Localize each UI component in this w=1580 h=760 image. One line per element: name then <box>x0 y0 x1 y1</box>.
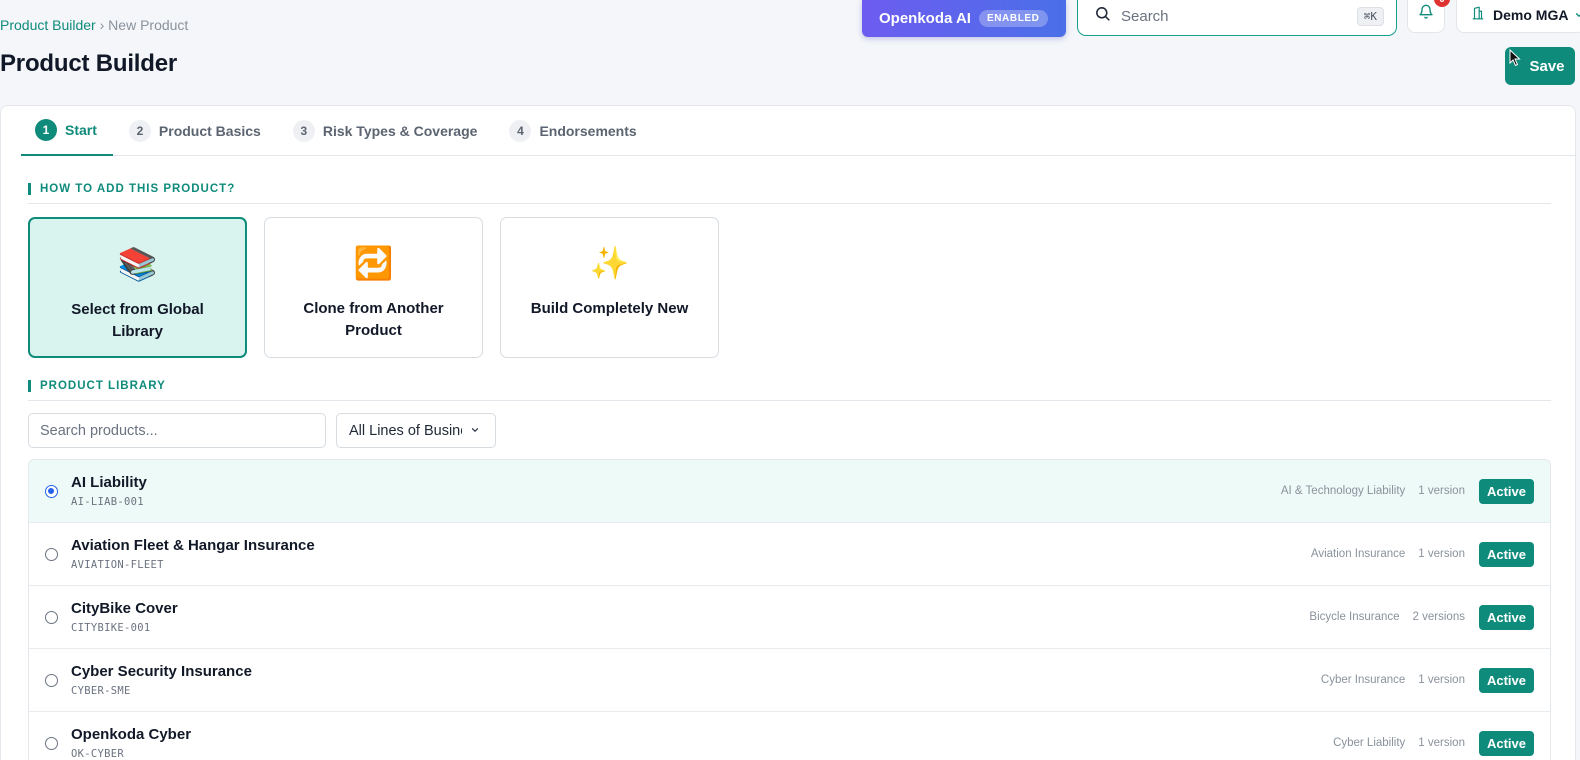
step-number: 3 <box>292 120 315 142</box>
breadcrumb: Product Builder › New Product <box>0 17 188 33</box>
chevron-down-icon <box>470 423 480 439</box>
notification-count-badge: 0 <box>1434 0 1450 7</box>
product-line-of-business: Aviation Insurance <box>1310 548 1406 560</box>
product-version-count: 1 version <box>1418 485 1465 497</box>
product-code: OK-CYBER <box>71 748 124 760</box>
product-info: Aviation Fleet & Hangar Insurance AVIATI… <box>71 537 315 571</box>
sparkles-icon: ✨ <box>589 244 630 282</box>
option-label: Clone from Another Product <box>303 300 444 339</box>
status-badge: Active <box>1478 478 1534 504</box>
breadcrumb-separator: › <box>99 17 105 33</box>
product-meta: Cyber Insurance 1 version Active <box>1321 649 1534 711</box>
product-name: Aviation Fleet & Hangar Insurance <box>71 537 315 554</box>
product-info: Cyber Security Insurance CYBER-SME <box>71 663 252 697</box>
org-name: Demo MGA <box>1493 6 1569 23</box>
tab-risk-types-coverage[interactable]: 3 Risk Types & Coverage <box>279 106 494 156</box>
product-name: CityBike Cover <box>71 600 178 617</box>
status-badge: Active <box>1478 667 1534 693</box>
option-select-from-library[interactable]: 📚 Select from Global Library <box>28 217 247 358</box>
product-meta: Bicycle Insurance 2 versions Active <box>1309 586 1534 648</box>
search-input[interactable] <box>1121 7 1357 25</box>
wizard-steps: 1 Start 2 Product Basics 3 Risk Types & … <box>21 106 1575 156</box>
product-meta: Aviation Insurance 1 version Active <box>1311 523 1534 585</box>
section-divider <box>28 400 1551 401</box>
tab-label: Product Basics <box>158 123 261 139</box>
product-info: CityBike Cover CITYBIKE-001 <box>71 600 178 634</box>
section-heading-how-to-add: HOW TO ADD THIS PRODUCT? <box>28 183 235 195</box>
breadcrumb-current: New Product <box>108 17 189 33</box>
product-search-input[interactable] <box>28 413 326 448</box>
product-radio[interactable] <box>45 484 58 498</box>
product-line-of-business: Cyber Insurance <box>1320 674 1406 686</box>
step-number: 4 <box>509 120 532 142</box>
product-code: AVIATION-FLEET <box>71 559 164 571</box>
organization-switcher[interactable]: Demo MGA <box>1456 0 1580 33</box>
product-meta: Cyber Liability 1 version Active <box>1333 712 1534 760</box>
product-radio[interactable] <box>45 610 58 624</box>
tab-label: Endorsements <box>539 123 637 139</box>
product-radio[interactable] <box>45 673 58 687</box>
tab-product-basics[interactable]: 2 Product Basics <box>115 106 277 156</box>
product-name: Cyber Security Insurance <box>71 663 252 680</box>
product-version-count: 1 version <box>1418 674 1465 686</box>
option-clone-product[interactable]: 🔁 Clone from Another Product <box>264 217 483 358</box>
status-badge: Active <box>1478 541 1534 567</box>
product-version-count: 2 versions <box>1412 611 1465 623</box>
global-search[interactable]: ⌘K <box>1077 0 1397 36</box>
product-name: Openkoda Cyber <box>71 726 192 743</box>
notifications-button[interactable]: 0 <box>1407 0 1450 33</box>
option-label: Select from Global Library <box>71 301 204 340</box>
tab-label: Risk Types & Coverage <box>322 123 478 139</box>
openkoda-ai-button[interactable]: Openkoda AI ENABLED <box>862 0 1066 37</box>
product-code: CITYBIKE-001 <box>71 622 151 634</box>
page-title: Product Builder <box>0 50 178 77</box>
status-badge: Active <box>1478 604 1534 630</box>
product-line-of-business: AI & Technology Liability <box>1280 485 1406 497</box>
lob-selected-value: All Lines of Business <box>349 422 462 439</box>
books-icon: 📚 <box>117 245 158 283</box>
product-row[interactable]: AI Liability AI-LIAB-001 AI & Technology… <box>29 460 1550 523</box>
ai-enabled-badge: ENABLED <box>978 10 1048 27</box>
building-icon <box>1471 6 1485 23</box>
product-list: AI Liability AI-LIAB-001 AI & Technology… <box>28 459 1551 760</box>
product-version-count: 1 version <box>1418 548 1465 560</box>
product-row[interactable]: Openkoda Cyber OK-CYBER Cyber Liability … <box>29 712 1550 760</box>
section-heading-product-library: PRODUCT LIBRARY <box>28 380 166 392</box>
product-line-of-business: Bicycle Insurance <box>1309 611 1400 623</box>
step-number: 2 <box>128 120 151 142</box>
status-badge: Active <box>1478 730 1534 756</box>
ai-label: Openkoda AI <box>879 10 971 27</box>
mouse-cursor-icon <box>1509 48 1521 72</box>
product-info: AI Liability AI-LIAB-001 <box>71 474 147 508</box>
product-radio[interactable] <box>45 736 58 750</box>
product-meta: AI & Technology Liability 1 version Acti… <box>1281 460 1534 522</box>
search-shortcut-hint: ⌘K <box>1356 6 1384 26</box>
tab-start[interactable]: 1 Start <box>21 106 113 156</box>
product-info: Openkoda Cyber OK-CYBER <box>71 726 191 760</box>
product-row[interactable]: Aviation Fleet & Hangar Insurance AVIATI… <box>29 523 1550 586</box>
tab-endorsements[interactable]: 4 Endorsements <box>495 106 652 156</box>
product-row[interactable]: Cyber Security Insurance CYBER-SME Cyber… <box>29 649 1550 712</box>
option-label: Build Completely New <box>530 300 689 317</box>
line-of-business-select[interactable]: All Lines of Business <box>336 413 496 448</box>
product-line-of-business: Cyber Liability <box>1333 737 1406 749</box>
product-code: CYBER-SME <box>71 685 131 697</box>
product-radio[interactable] <box>45 547 58 561</box>
builder-panel: 1 Start 2 Product Basics 3 Risk Types & … <box>0 105 1576 760</box>
step-number: 1 <box>35 119 57 141</box>
product-name: AI Liability <box>71 474 147 491</box>
product-row[interactable]: CityBike Cover CITYBIKE-001 Bicycle Insu… <box>29 586 1550 649</box>
option-build-new[interactable]: ✨ Build Completely New <box>500 217 719 358</box>
bell-icon <box>1418 4 1434 25</box>
repeat-icon: 🔁 <box>353 244 394 282</box>
product-version-count: 1 version <box>1418 737 1465 749</box>
search-icon <box>1094 5 1111 27</box>
product-code: AI-LIAB-001 <box>71 496 144 508</box>
section-divider <box>28 203 1551 204</box>
breadcrumb-link-product-builder[interactable]: Product Builder <box>0 17 96 33</box>
chevron-down-icon <box>1574 7 1580 23</box>
tab-label: Start <box>65 122 97 138</box>
